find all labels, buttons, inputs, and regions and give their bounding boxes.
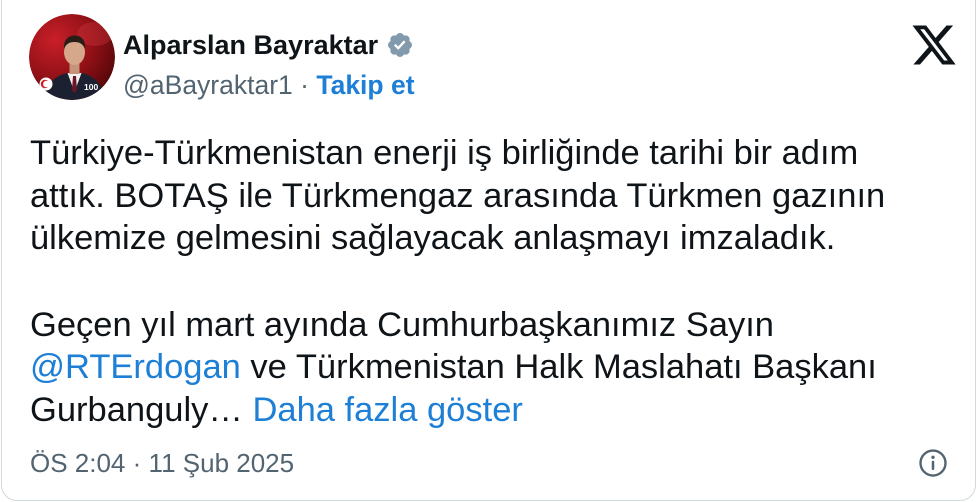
avatar-emblem-cutout — [43, 80, 50, 88]
tweet-line: Gurbanguly… Daha fazla göster — [30, 389, 885, 432]
author-handle[interactable]: @aBayraktar1 — [123, 70, 293, 100]
tweet-line-text: Gurbanguly… — [30, 390, 243, 429]
tweet-line: Türkiye-Türkmenistan enerji iş birliğind… — [30, 134, 859, 172]
handle-separator: · — [300, 70, 309, 100]
timestamp-separator: · — [132, 448, 142, 478]
info-icon[interactable] — [918, 448, 948, 478]
verified-badge-shape — [388, 33, 413, 57]
timestamp-date: 11 Şub 2025 — [148, 448, 295, 478]
avatar[interactable]: 100 — [29, 14, 115, 100]
tweet-paragraph-2: Geçen yıl mart ayında Cumhurbaşkanımız S… — [30, 304, 885, 432]
x-logo-shape — [912, 25, 956, 65]
info-stem — [931, 460, 935, 470]
verified-badge-icon — [386, 31, 414, 59]
author-handle-row: @aBayraktar1 · Takip et — [123, 69, 415, 101]
author-name-row: Alparslan Bayraktar — [123, 29, 414, 61]
tweet-text: Türkiye-Türkmenistan enerji iş birliğind… — [30, 132, 885, 431]
x-logo-icon[interactable] — [910, 21, 958, 69]
avatar-logo-text: 100 — [84, 82, 98, 92]
show-more-link[interactable]: Daha fazla göster — [252, 391, 522, 429]
avatar-image-group: 100 — [29, 14, 115, 100]
tweet-embed-card: 100 Alparslan Bayraktar @aBayraktar1 · T… — [0, 0, 980, 502]
tweet-paragraph-1: Türkiye-Türkmenistan enerji iş birliğind… — [30, 132, 885, 260]
tweet-line: ülkemize gelmesini sağlayacak anlaşmayı … — [30, 219, 836, 257]
info-svg — [919, 449, 947, 477]
tweet-line-text: ve Türkmenistan Halk Maslahatı Başkanı — [250, 348, 877, 386]
info-dot — [931, 455, 935, 459]
tweet-line: attık. BOTAŞ ile Türkmengaz arasında Tür… — [30, 176, 886, 215]
tweet-line: @RTErdogan ve Türkmenistan Halk Maslahat… — [30, 346, 885, 389]
avatar-photo: 100 — [29, 14, 115, 100]
follow-button[interactable]: Takip et — [316, 70, 414, 100]
tweet-line: Geçen yıl mart ayında Cumhurbaşkanımız S… — [30, 305, 774, 344]
timestamp-time: ÖS 2:04 — [30, 448, 126, 478]
mention-link[interactable]: @RTErdogan — [30, 348, 241, 386]
timestamp[interactable]: ÖS 2:04 · 11 Şub 2025 — [30, 447, 294, 479]
x-logo-svg — [912, 25, 956, 65]
author-name[interactable]: Alparslan Bayraktar — [123, 29, 378, 61]
verified-badge-svg — [388, 33, 413, 57]
